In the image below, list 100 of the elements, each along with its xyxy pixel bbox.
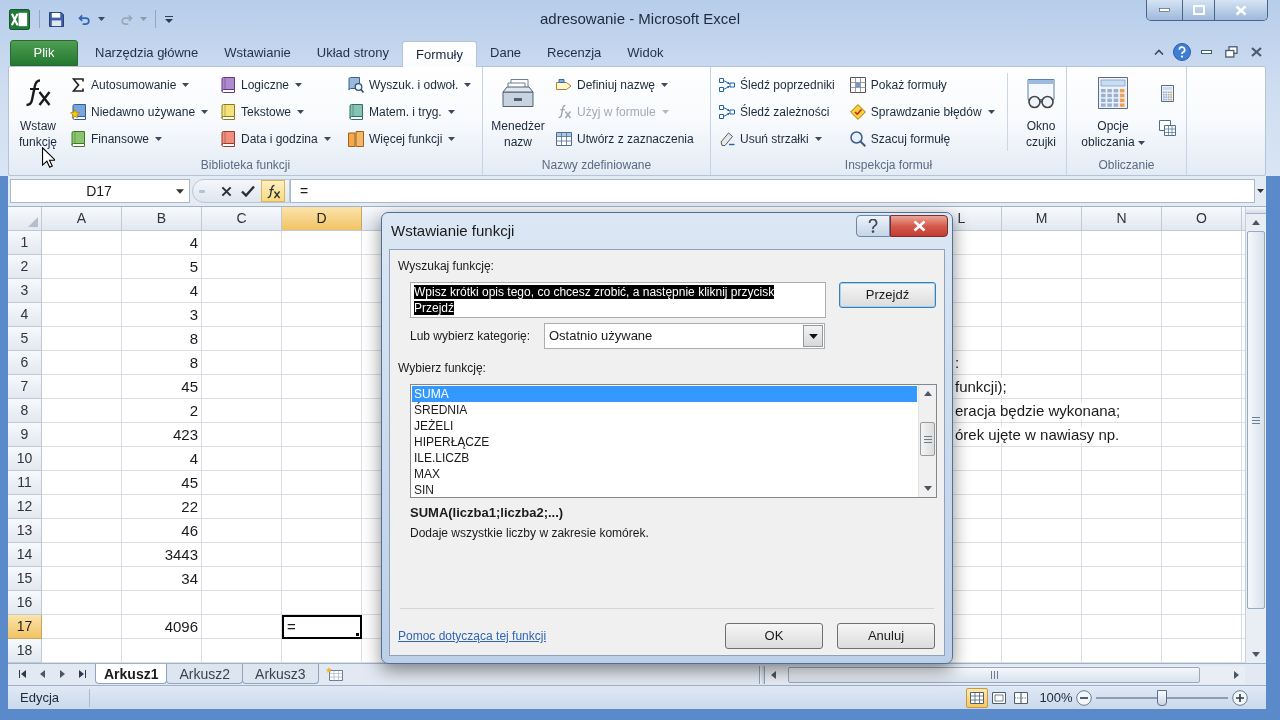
sheet-tab[interactable]: Arkusz1 (95, 664, 168, 684)
dialog-button[interactable]: OK (725, 623, 823, 649)
scroll-thumb[interactable] (1247, 231, 1265, 609)
row-header[interactable]: 10 (8, 447, 42, 471)
column-header[interactable]: O (1162, 207, 1242, 230)
row-header[interactable]: 9 (8, 423, 42, 447)
row-header[interactable]: 5 (8, 327, 42, 351)
book-icon (71, 130, 85, 147)
list-item[interactable]: HIPERŁĄCZE (412, 434, 917, 450)
save-button[interactable] (46, 9, 66, 29)
ribbon-button[interactable]: Śledź poprzedniki (716, 71, 838, 98)
triangle-left-icon (771, 671, 776, 679)
name-box[interactable]: D17 (10, 179, 190, 203)
row-header[interactable]: 15 (8, 567, 42, 591)
row-header[interactable]: 1 (8, 231, 42, 255)
ribbon-tab[interactable]: Widok (614, 40, 677, 66)
zoom-level-text[interactable]: 100% (1038, 687, 1074, 708)
list-scrollbar[interactable] (918, 385, 936, 497)
horizontal-scrollbar[interactable] (759, 666, 1245, 684)
row-header[interactable]: 2 (8, 255, 42, 279)
row-header[interactable]: 12 (8, 495, 42, 519)
ribbon-button[interactable]: Więcej funkcji (345, 125, 459, 152)
ribbon-tab[interactable]: Narzędzia główne (82, 40, 212, 66)
ribbon-button[interactable]: Autosumowanie (67, 71, 193, 98)
split-handle[interactable] (1246, 207, 1266, 214)
column-header[interactable]: A (42, 207, 122, 230)
ribbon-button[interactable]: Śledź zależności (716, 98, 833, 125)
spreadsheet-cell-text: 4 (188, 281, 199, 301)
list-item[interactable]: MAX (412, 466, 917, 482)
split-handle[interactable] (759, 666, 765, 684)
column-header[interactable]: N (1082, 207, 1162, 230)
row-header[interactable]: 16 (8, 591, 42, 615)
ribbon-tab[interactable]: Wstawianie (211, 40, 304, 66)
help-button[interactable] (1173, 43, 1191, 61)
file-tab[interactable]: Plik (10, 40, 78, 66)
ribbon-large-button[interactable]: Okno czujki (1016, 71, 1066, 155)
ribbon-button[interactable]: Finansowe (67, 125, 166, 152)
fill-handle-icon[interactable] (355, 632, 360, 637)
spreadsheet-cell-text: 4 (188, 449, 199, 469)
active-cell[interactable]: = (282, 615, 362, 639)
ribbon-button[interactable]: Logiczne (217, 71, 306, 98)
dialog-button[interactable]: Anuluj (837, 623, 935, 649)
dialog-button[interactable]: Przejdź (839, 282, 936, 308)
ribbon-button[interactable]: Szacuj formułę (846, 125, 954, 152)
help-link[interactable]: Pomoc dotycząca tej funkcji (398, 627, 547, 645)
ribbon-button[interactable]: Utwórz z zaznaczenia (553, 125, 697, 152)
dropdown-button[interactable] (803, 325, 823, 347)
ribbon-button[interactable]: Niedawno używane (67, 98, 212, 125)
ribbon-large-button[interactable]: Opcje obliczania (1075, 71, 1151, 155)
search-field[interactable]: Wpisz krótki opis tego, co chcesz zrobić, a następnie kliknij przycisk Przejdź (410, 282, 826, 318)
list-item[interactable]: ŚREDNIA (412, 402, 917, 418)
column-header[interactable]: M (1002, 207, 1082, 230)
list-item[interactable]: SIN (412, 482, 917, 498)
list-item[interactable]: ILE.LICZB (412, 450, 917, 466)
ribbon-button[interactable]: Sprawdzanie błędów (846, 98, 998, 125)
slider-thumb[interactable] (1157, 689, 1167, 706)
ribbon-button[interactable]: Usuń strzałki (716, 125, 825, 152)
sheet-tab[interactable]: Arkusz3 (242, 664, 319, 684)
category-select[interactable]: Ostatnio używane (544, 323, 825, 349)
close-button[interactable] (890, 215, 948, 237)
caret-icon (1257, 189, 1264, 193)
row-header[interactable]: 4 (8, 303, 42, 327)
insert-function-button[interactable] (261, 180, 285, 202)
ribbon-button[interactable]: Wyszuk. i odwoł. (345, 71, 475, 98)
column-header[interactable]: D (282, 207, 362, 230)
ribbon-tab[interactable]: Dane (477, 40, 535, 66)
zoom-in-button[interactable] (1232, 689, 1248, 706)
row-header[interactable]: 13 (8, 519, 42, 543)
ribbon-button[interactable]: Tekstowe (217, 98, 308, 125)
minimize-button[interactable] (1147, 0, 1183, 20)
list-item[interactable]: JEŻELI (412, 418, 917, 434)
scroll-thumb[interactable] (788, 667, 1200, 683)
scroll-thumb[interactable] (920, 422, 935, 456)
ribbon-tab[interactable]: Formuły (402, 41, 477, 67)
row-header[interactable]: 8 (8, 399, 42, 423)
ribbon-tab[interactable]: Recenzja (534, 40, 615, 66)
zoom-out-button[interactable] (1076, 689, 1092, 706)
vertical-scrollbar[interactable] (1245, 207, 1266, 663)
ribbon-button[interactable]: Definiuj nazwę (553, 71, 672, 98)
ribbon-large-button[interactable]: Menedżer nazw (487, 71, 549, 155)
row-header[interactable]: 17 (8, 615, 42, 639)
ribbon-button[interactable]: Matem. i tryg. (345, 98, 458, 125)
ribbon-large-button[interactable]: Wstaw funkcję (11, 71, 65, 155)
row-header[interactable]: 11 (8, 471, 42, 495)
row-header[interactable]: 3 (8, 279, 42, 303)
row-header[interactable]: 7 (8, 375, 42, 399)
row-header[interactable]: 14 (8, 543, 42, 567)
sheet-tab[interactable]: Arkusz2 (166, 664, 244, 684)
help-button[interactable] (856, 215, 890, 237)
view-button[interactable] (966, 687, 988, 708)
check-icon (241, 185, 255, 197)
column-header[interactable]: B (122, 207, 202, 230)
zoom-slider[interactable] (1096, 689, 1228, 706)
formula-field[interactable]: = (290, 179, 1255, 203)
row-header[interactable]: 6 (8, 351, 42, 375)
row-header[interactable]: 18 (8, 639, 42, 663)
ribbon-button[interactable]: Data i godzina (217, 125, 334, 152)
maximize-button[interactable] (1183, 0, 1215, 20)
ribbon-button[interactable]: Pokaż formuły (846, 71, 950, 98)
ribbon-tab[interactable]: Układ strony (303, 40, 403, 66)
